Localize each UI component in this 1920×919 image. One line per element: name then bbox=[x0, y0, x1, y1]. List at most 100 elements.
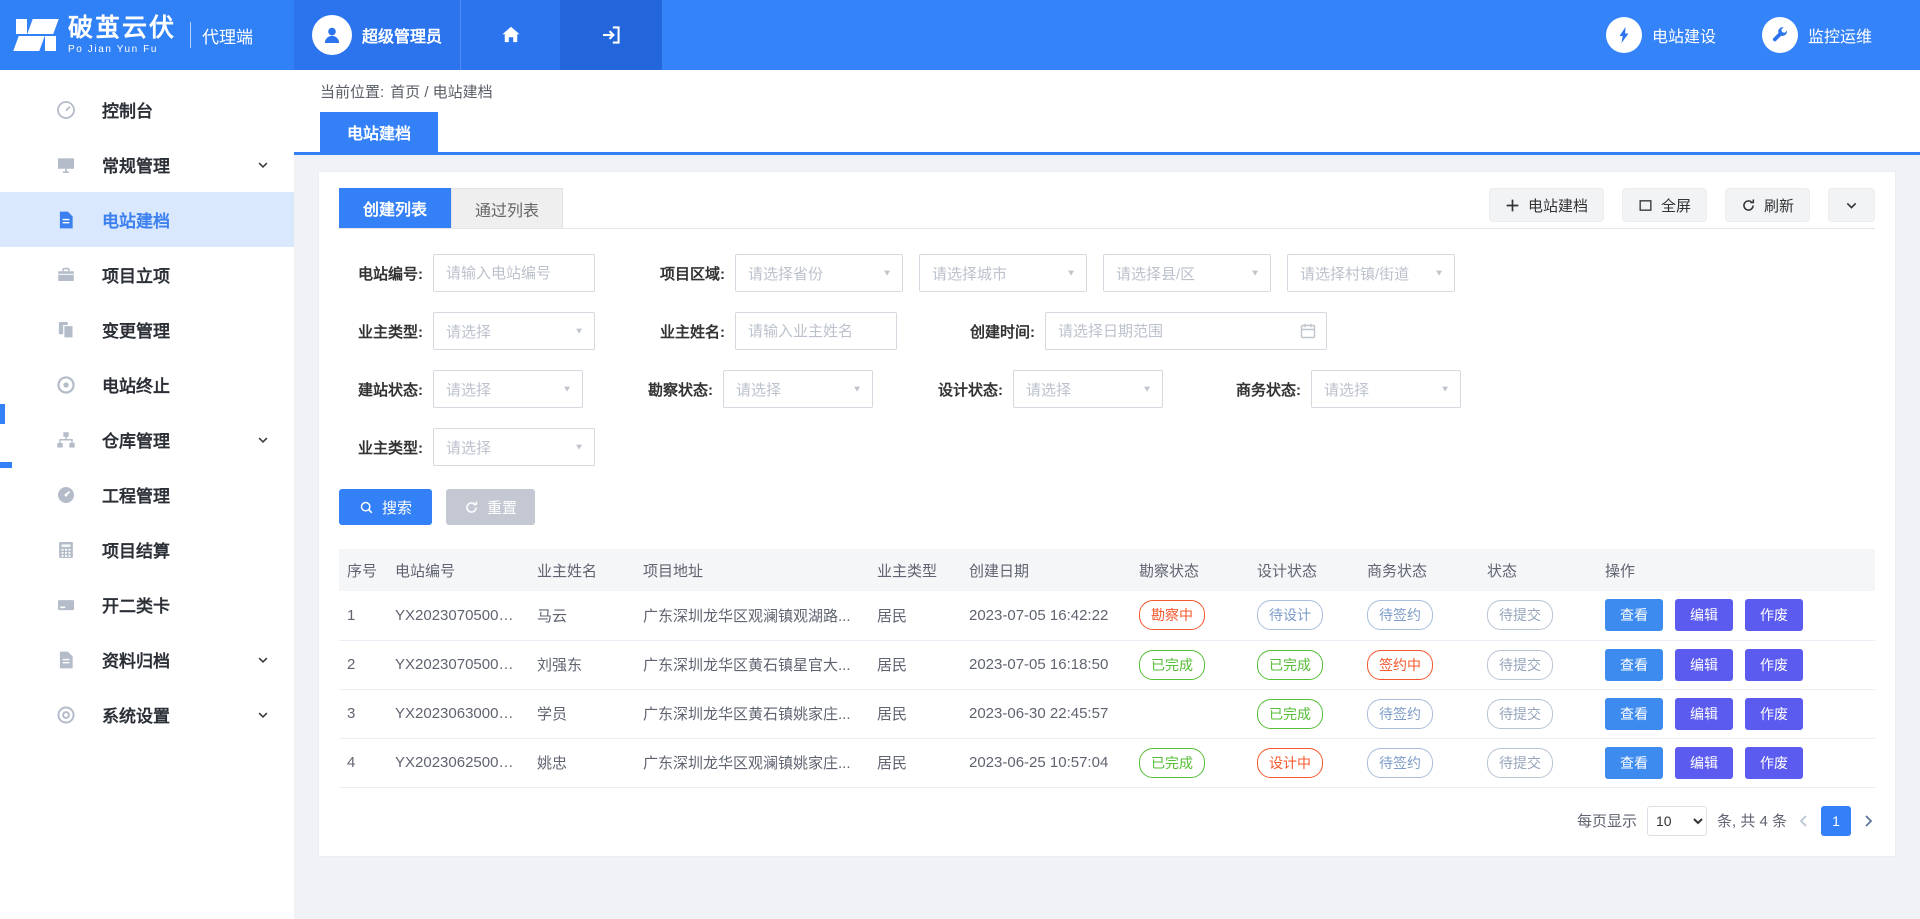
edit-button[interactable]: 编辑 bbox=[1675, 599, 1733, 631]
plus-icon bbox=[1505, 198, 1520, 213]
document-icon bbox=[56, 209, 78, 231]
sidebar-item-station-archive[interactable]: 电站建档 bbox=[0, 192, 294, 247]
page-total-label: 条, 共 4 条 bbox=[1717, 810, 1787, 831]
caret-down-icon: ▼ bbox=[852, 384, 862, 393]
reset-icon bbox=[464, 500, 479, 515]
briefcase-icon bbox=[56, 264, 78, 286]
station-code: YX2023062500004 bbox=[387, 738, 529, 787]
sidebar-item-label: 工程管理 bbox=[102, 482, 170, 507]
sidebar-item-project-settlement[interactable]: 项目结算 bbox=[0, 522, 294, 577]
page-size-select[interactable]: 10 bbox=[1647, 806, 1707, 836]
void-button[interactable]: 作废 bbox=[1745, 599, 1803, 631]
build-status-select[interactable]: 请选择▼ bbox=[433, 370, 583, 408]
station-code: YX2023070500011 bbox=[387, 591, 529, 640]
owner-type: 居民 bbox=[869, 591, 961, 640]
owner-type-select[interactable]: 请选择▼ bbox=[433, 312, 595, 350]
view-button[interactable]: 查看 bbox=[1605, 649, 1663, 681]
status-badge: 待提交 bbox=[1487, 748, 1553, 778]
toolbar-fullscreen-button[interactable]: 全屏 bbox=[1622, 188, 1707, 222]
station-table: 序号电站编号业主姓名项目地址业主类型创建日期勘察状态设计状态商务状态状态操作 1… bbox=[339, 549, 1875, 788]
owner-type2-select[interactable]: 请选择▼ bbox=[433, 428, 595, 466]
station-code-input[interactable] bbox=[433, 254, 595, 292]
toolbar-refresh-button[interactable]: 刷新 bbox=[1725, 188, 1810, 222]
sidebar-item-station-termination[interactable]: 电站终止 bbox=[0, 357, 294, 412]
page-1-button[interactable]: 1 bbox=[1821, 806, 1851, 836]
sidebar-item-data-archive[interactable]: 资料归档 bbox=[0, 632, 294, 687]
business-status-select[interactable]: 请选择▼ bbox=[1311, 370, 1461, 408]
reset-button[interactable]: 重置 bbox=[446, 489, 535, 525]
edit-button[interactable]: 编辑 bbox=[1675, 649, 1733, 681]
status-badge: 待提交 bbox=[1487, 699, 1553, 729]
region-select-county[interactable]: 请选择县/区▼ bbox=[1103, 254, 1271, 292]
portal-label: 代理端 bbox=[202, 23, 253, 48]
row-actions: 查看编辑作废 bbox=[1597, 591, 1875, 640]
breadcrumb-path: 首页 / 电站建档 bbox=[390, 81, 493, 102]
created-time-input[interactable] bbox=[1045, 312, 1327, 350]
caret-down-icon: ▼ bbox=[1142, 384, 1152, 393]
sidebar-item-console[interactable]: 控制台 bbox=[0, 82, 294, 137]
sidebar-item-second-class-card[interactable]: 开二类卡 bbox=[0, 577, 294, 632]
edit-button[interactable]: 编辑 bbox=[1675, 698, 1733, 730]
void-button[interactable]: 作废 bbox=[1745, 698, 1803, 730]
status-cell: 待提交 bbox=[1479, 689, 1597, 738]
build-status-label: 建站状态: bbox=[339, 379, 423, 400]
table-row: 4YX2023062500004姚忠广东深圳龙华区观澜镇姚家庄...居民2023… bbox=[339, 738, 1875, 787]
owner-name: 马云 bbox=[529, 591, 635, 640]
region-select-city[interactable]: 请选择城市▼ bbox=[919, 254, 1087, 292]
row-index: 1 bbox=[339, 591, 387, 640]
sidebar-item-general-management[interactable]: 常规管理 bbox=[0, 137, 294, 192]
toolbar-add-station-button[interactable]: 电站建档 bbox=[1489, 188, 1604, 222]
settings-icon bbox=[56, 704, 78, 726]
topbar-link-monitor-ops[interactable]: 监控运维 bbox=[1762, 17, 1872, 53]
row-actions: 查看编辑作废 bbox=[1597, 689, 1875, 738]
business-status-label: 商务状态: bbox=[1217, 379, 1301, 400]
toolbar-collapse-button[interactable] bbox=[1828, 188, 1875, 222]
archive-icon bbox=[56, 649, 78, 671]
edit-button[interactable]: 编辑 bbox=[1675, 747, 1733, 779]
sidebar-item-warehouse-management[interactable]: 仓库管理 bbox=[0, 412, 294, 467]
toolbar-button-label: 全屏 bbox=[1661, 195, 1691, 216]
view-button[interactable]: 查看 bbox=[1605, 698, 1663, 730]
panel-tabs: 创建列表通过列表 bbox=[339, 188, 563, 228]
status-badge: 待提交 bbox=[1487, 650, 1553, 680]
select-placeholder: 请选择城市 bbox=[932, 263, 1007, 284]
region-select-province[interactable]: 请选择省份▼ bbox=[735, 254, 903, 292]
tab-create-list[interactable]: 创建列表 bbox=[339, 188, 451, 228]
sidebar-item-project-approval[interactable]: 项目立项 bbox=[0, 247, 294, 302]
search-button[interactable]: 搜索 bbox=[339, 489, 432, 525]
target-icon bbox=[56, 374, 78, 396]
logout-button[interactable] bbox=[560, 0, 662, 70]
logo[interactable]: 破茧云伏 Po Jian Yun Fu 代理端 bbox=[0, 0, 294, 70]
design-status-select[interactable]: 请选择▼ bbox=[1013, 370, 1163, 408]
chevron-down-icon bbox=[256, 158, 270, 172]
home-icon bbox=[500, 24, 522, 46]
survey-status-label: 勘察状态: bbox=[629, 379, 713, 400]
sidebar-item-label: 控制台 bbox=[102, 97, 153, 122]
tab-pass-list[interactable]: 通过列表 bbox=[451, 188, 563, 228]
page-tab-station-archive[interactable]: 电站建档 bbox=[320, 112, 438, 152]
sidebar-item-engineering-management[interactable]: 工程管理 bbox=[0, 467, 294, 522]
view-button[interactable]: 查看 bbox=[1605, 599, 1663, 631]
column-header: 操作 bbox=[1597, 549, 1875, 591]
sidebar-item-change-management[interactable]: 变更管理 bbox=[0, 302, 294, 357]
prev-page-button[interactable] bbox=[1797, 814, 1811, 828]
column-header: 勘察状态 bbox=[1131, 549, 1249, 591]
owner-name: 学员 bbox=[529, 689, 635, 738]
next-page-button[interactable] bbox=[1861, 814, 1875, 828]
sidebar-item-system-settings[interactable]: 系统设置 bbox=[0, 687, 294, 742]
calculator-icon bbox=[56, 539, 78, 561]
table-row: 1YX2023070500011马云广东深圳龙华区观澜镇观湖路...居民2023… bbox=[339, 591, 1875, 640]
void-button[interactable]: 作废 bbox=[1745, 747, 1803, 779]
owner-name-input[interactable] bbox=[735, 312, 897, 350]
void-button[interactable]: 作废 bbox=[1745, 649, 1803, 681]
caret-down-icon: ▼ bbox=[882, 268, 892, 277]
user-menu[interactable]: 超级管理员 bbox=[294, 0, 460, 70]
topbar-link-station-build[interactable]: 电站建设 bbox=[1606, 17, 1716, 53]
region-select-town[interactable]: 请选择村镇/街道▼ bbox=[1287, 254, 1455, 292]
sidebar-item-label: 项目结算 bbox=[102, 537, 170, 562]
survey-status-select[interactable]: 请选择▼ bbox=[723, 370, 873, 408]
sidebar: 控制台常规管理电站建档项目立项变更管理电站终止仓库管理工程管理项目结算开二类卡资… bbox=[0, 70, 294, 919]
home-button[interactable] bbox=[460, 0, 560, 70]
sidebar-item-label: 仓库管理 bbox=[102, 427, 170, 452]
view-button[interactable]: 查看 bbox=[1605, 747, 1663, 779]
